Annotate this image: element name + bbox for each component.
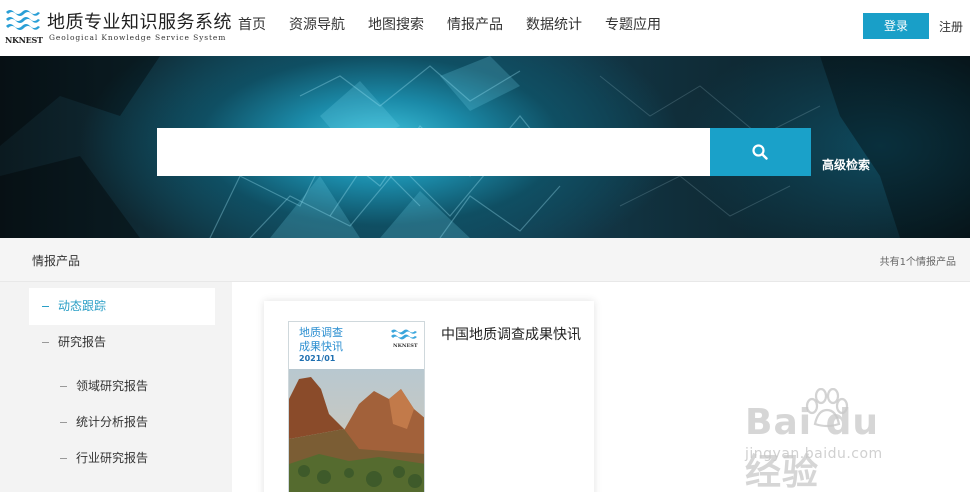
cover-landscape-image: [289, 369, 424, 492]
logo-brand-text: NKNEST: [5, 35, 43, 45]
sidebar-subitem-label: 统计分析报告: [76, 415, 149, 429]
cover-title-line2: 成果快讯: [299, 340, 343, 353]
collapse-dash-icon: [42, 342, 49, 343]
cover-logo-waves-icon: NKNEST: [391, 329, 418, 349]
product-cover[interactable]: 地质调查 成果快讯 2021/01 NKNEST: [288, 321, 425, 492]
dash-icon: [60, 422, 67, 423]
sidebar-item-dynamic-tracking[interactable]: 动态跟踪: [29, 288, 215, 325]
svg-text:NKNEST: NKNEST: [393, 343, 418, 349]
paw-icon: [805, 388, 849, 428]
search-input[interactable]: [157, 128, 710, 176]
register-link[interactable]: 注册: [939, 18, 963, 35]
cover-date: 2021/01: [299, 354, 336, 363]
sidebar-subitem-industry-reports[interactable]: 行业研究报告: [60, 449, 148, 467]
nav-map-search[interactable]: 地图搜索: [368, 16, 424, 34]
logo-waves-icon: [6, 10, 40, 30]
baidu-jingyan-watermark: Bai du 经验 jingyan.baidu.com: [745, 388, 925, 492]
main-nav: 首页 资源导航 地图搜索 情报产品 数据统计 专题应用: [238, 16, 684, 34]
search-icon: [752, 144, 768, 160]
dash-icon: [60, 458, 67, 459]
nav-home[interactable]: 首页: [238, 16, 266, 34]
site-subtitle: Geological Knowledge Service System: [49, 33, 227, 42]
section-bar: 情报产品 共有1个情报产品: [0, 238, 970, 282]
top-header: NKNEST 地质专业知识服务系统 Geological Knowledge S…: [0, 0, 970, 56]
nav-resource-navigation[interactable]: 资源导航: [289, 16, 345, 34]
sidebar-item-label: 动态跟踪: [58, 299, 107, 313]
sidebar-subitem-label: 领域研究报告: [76, 379, 149, 393]
site-title: 地质专业知识服务系统: [47, 12, 232, 33]
cover-title-line1: 地质调查: [299, 326, 343, 339]
product-title[interactable]: 中国地质调查成果快讯: [441, 327, 581, 344]
product-card[interactable]: 地质调查 成果快讯 2021/01 NKNEST 中国地质调查成果快讯: [264, 301, 594, 492]
login-button[interactable]: 登录: [863, 13, 929, 39]
watermark-main-text: Bai du 经验: [745, 402, 880, 492]
sidebar-subitem-domain-reports[interactable]: 领域研究报告: [60, 377, 148, 395]
collapse-dash-icon: [42, 306, 49, 307]
nav-topic-applications[interactable]: 专题应用: [605, 16, 661, 34]
sidebar-item-label: 研究报告: [58, 335, 107, 349]
search-button[interactable]: [710, 128, 811, 176]
hero-banner: 高级检索: [0, 56, 970, 238]
category-sidebar: 动态跟踪 研究报告 领域研究报告 统计分析报告 行业研究报告: [0, 282, 232, 492]
section-title: 情报产品: [32, 254, 81, 268]
sidebar-subitem-label: 行业研究报告: [76, 451, 149, 465]
sidebar-subitem-statistical-reports[interactable]: 统计分析报告: [60, 413, 148, 431]
watermark-url: jingyan.baidu.com: [745, 446, 883, 462]
sidebar-item-research-reports[interactable]: 研究报告: [29, 324, 215, 361]
cover-title: 地质调查 成果快讯: [299, 326, 343, 354]
site-logo[interactable]: NKNEST 地质专业知识服务系统 Geological Knowledge S…: [2, 6, 232, 46]
dash-icon: [60, 386, 67, 387]
advanced-search-link[interactable]: 高级检索: [822, 156, 870, 173]
nav-data-statistics[interactable]: 数据统计: [526, 16, 582, 34]
nav-intelligence-products[interactable]: 情报产品: [447, 16, 503, 34]
result-count: 共有1个情报产品: [879, 257, 956, 268]
